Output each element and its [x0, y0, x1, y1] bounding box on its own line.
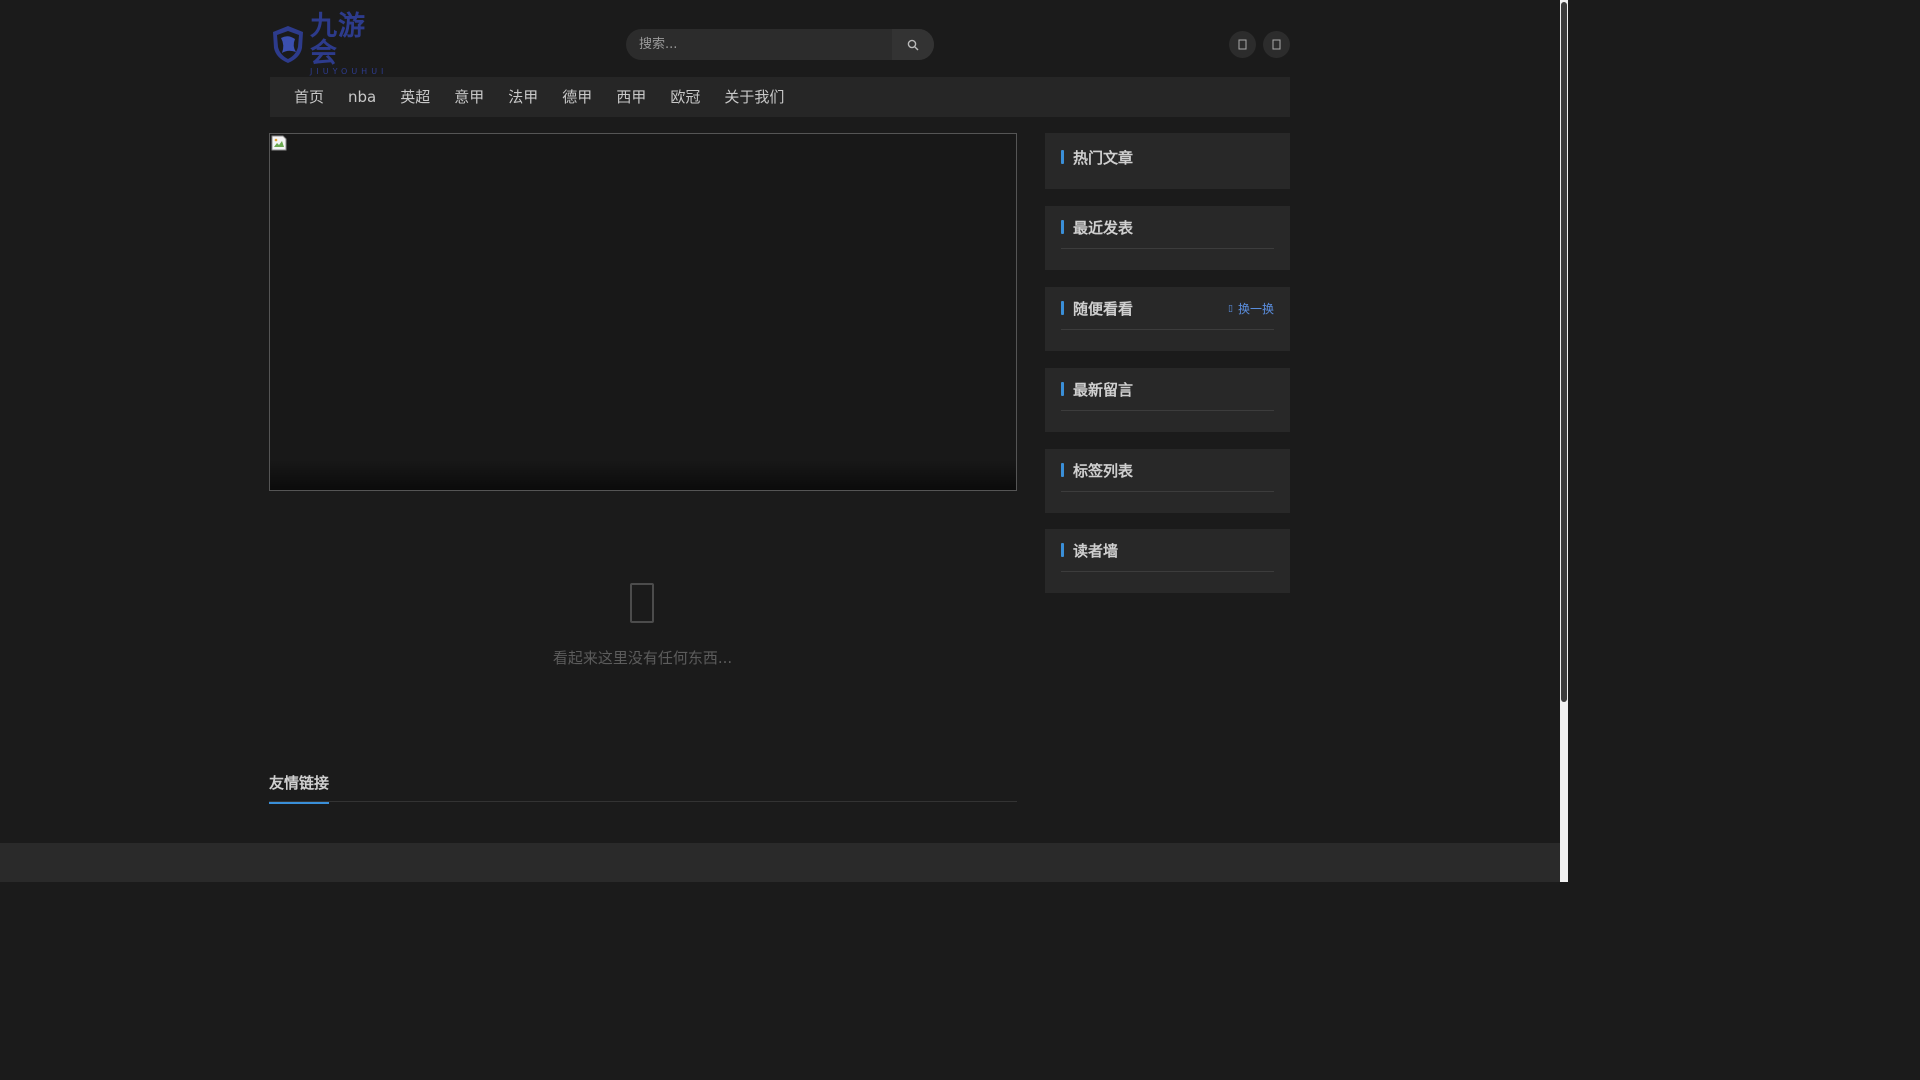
user-login-button[interactable] — [1263, 31, 1290, 58]
widget-accent-bar — [1061, 382, 1064, 396]
widget-title: 标签列表 — [1073, 461, 1134, 480]
refresh-label: 换一换 — [1237, 302, 1274, 316]
page-scrollbar[interactable] — [1560, 0, 1568, 882]
search-icon — [907, 39, 919, 50]
widget-title: 热门文章 — [1073, 148, 1134, 167]
brand-name-cn: 九游会 — [310, 10, 366, 69]
widget-title: 最近发表 — [1073, 218, 1134, 237]
main-nav: 首页 nba 英超 意甲 法甲 德甲 西甲 欧冠 关于我们 — [270, 77, 1290, 117]
widget-accent-bar — [1061, 543, 1064, 557]
nav-item-nba[interactable]: nba — [336, 77, 388, 117]
nav-item-bundesliga[interactable]: 德甲 — [550, 77, 604, 117]
banner-overlay — [270, 460, 1016, 490]
refresh-icon: ▯ — [1228, 303, 1233, 314]
nav-item-serie-a[interactable]: 意甲 — [442, 77, 496, 117]
brand-text: 九游会 JIUYOUHUI — [310, 13, 392, 76]
widget-reader-wall: 读者墙 — [1045, 529, 1290, 593]
refresh-button[interactable]: ▯ 换一换 — [1228, 287, 1274, 330]
nav-item-champions-league[interactable]: 欧冠 — [658, 77, 712, 117]
broken-image-icon — [271, 135, 287, 151]
nav-item-premier-league[interactable]: 英超 — [388, 77, 442, 117]
logo-shield-icon — [270, 24, 306, 64]
featured-banner[interactable] — [269, 133, 1017, 491]
widget-tag-list: 标签列表 — [1045, 449, 1290, 513]
widget-title: 随便看看 — [1073, 299, 1134, 318]
widget-hot-articles: 热门文章 — [1045, 133, 1290, 189]
brand-name-en: JIUYOUHUI — [310, 66, 388, 76]
theme-toggle-button[interactable] — [1229, 31, 1256, 58]
friend-links-title: 友情链接 — [269, 772, 330, 804]
search-bar — [626, 29, 934, 60]
empty-state-icon — [630, 583, 654, 623]
search-button[interactable] — [892, 29, 934, 60]
page-footer — [0, 843, 1560, 882]
page: 九游会 JIUYOUHUI 首页 nba 英超 意甲 法甲 德甲 西甲 欧冠 — [0, 0, 1568, 882]
friend-links-divider — [269, 801, 1017, 802]
scrollbar-thumb[interactable] — [1561, 2, 1567, 702]
widget-accent-bar — [1061, 301, 1064, 315]
nav-item-about-us[interactable]: 关于我们 — [712, 77, 796, 117]
site-logo[interactable]: 九游会 JIUYOUHUI — [270, 13, 392, 75]
widget-title: 最新留言 — [1073, 380, 1134, 399]
widget-accent-bar — [1061, 463, 1064, 477]
user-icon — [1272, 39, 1281, 50]
widget-accent-bar — [1061, 150, 1064, 164]
widget-title: 读者墙 — [1073, 541, 1119, 560]
moon-icon — [1238, 39, 1247, 50]
nav-item-la-liga[interactable]: 西甲 — [604, 77, 658, 117]
widget-random-look: 随便看看 ▯ 换一换 — [1045, 287, 1290, 351]
empty-state-text: 看起来这里没有任何东西... — [552, 649, 733, 667]
widget-recent-posts: 最近发表 — [1045, 206, 1290, 270]
search-input[interactable] — [626, 29, 888, 60]
nav-item-home[interactable]: 首页 — [282, 77, 336, 117]
widget-accent-bar — [1061, 220, 1064, 234]
nav-item-ligue-1[interactable]: 法甲 — [496, 77, 550, 117]
widget-latest-comments: 最新留言 — [1045, 368, 1290, 432]
